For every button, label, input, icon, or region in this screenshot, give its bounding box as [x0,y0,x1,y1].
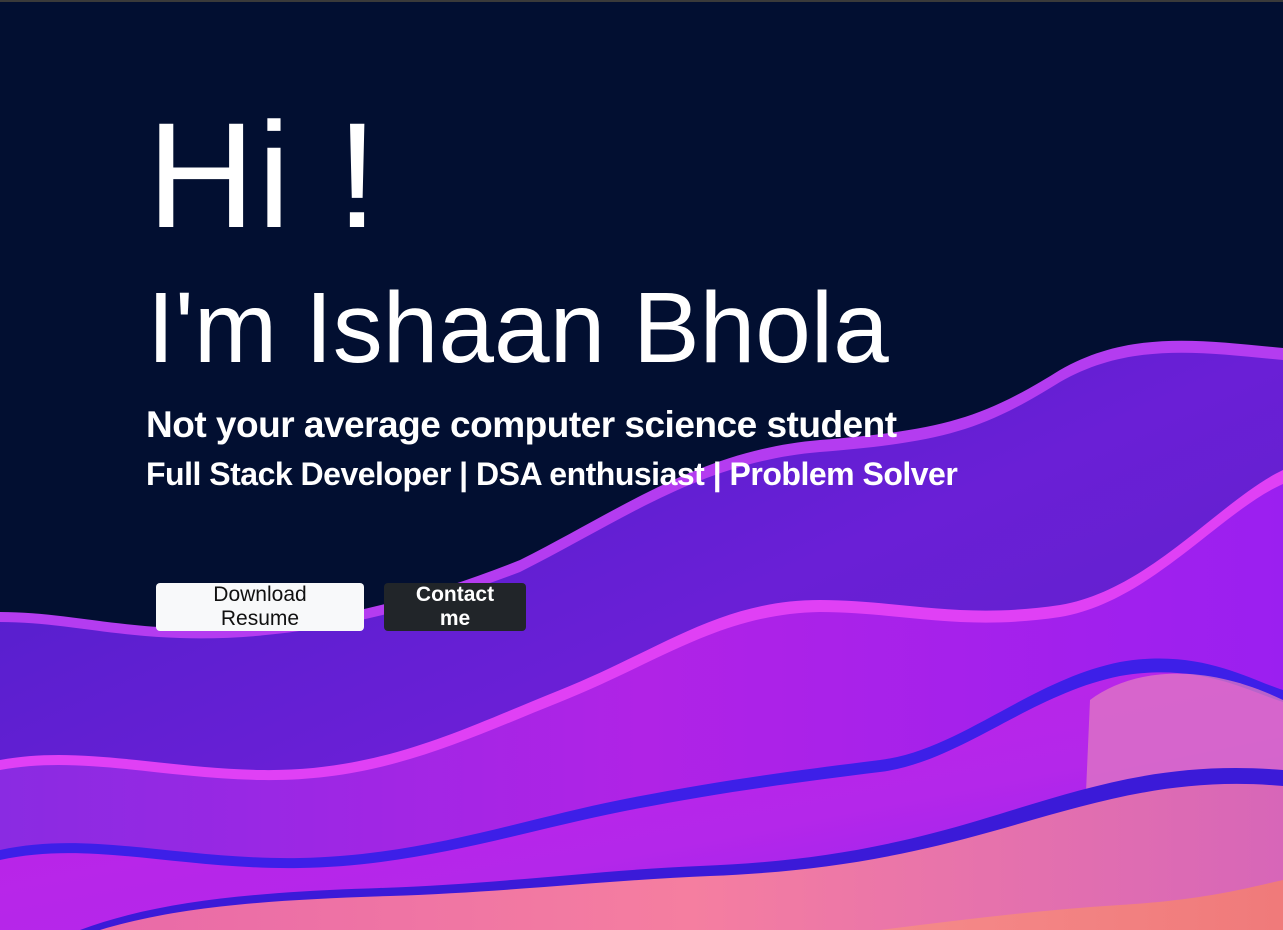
hero-buttons: Download Resume Contact me [156,583,526,631]
hero-roles: Full Stack Developer | DSA enthusiast | … [146,456,958,492]
hero-greeting: Hi ! [147,91,380,259]
hero-tagline: Not your average computer science studen… [146,404,897,445]
contact-me-button[interactable]: Contact me [384,583,526,631]
hero-name: I'm Ishaan Bhola [147,272,889,384]
download-resume-button[interactable]: Download Resume [156,583,364,631]
